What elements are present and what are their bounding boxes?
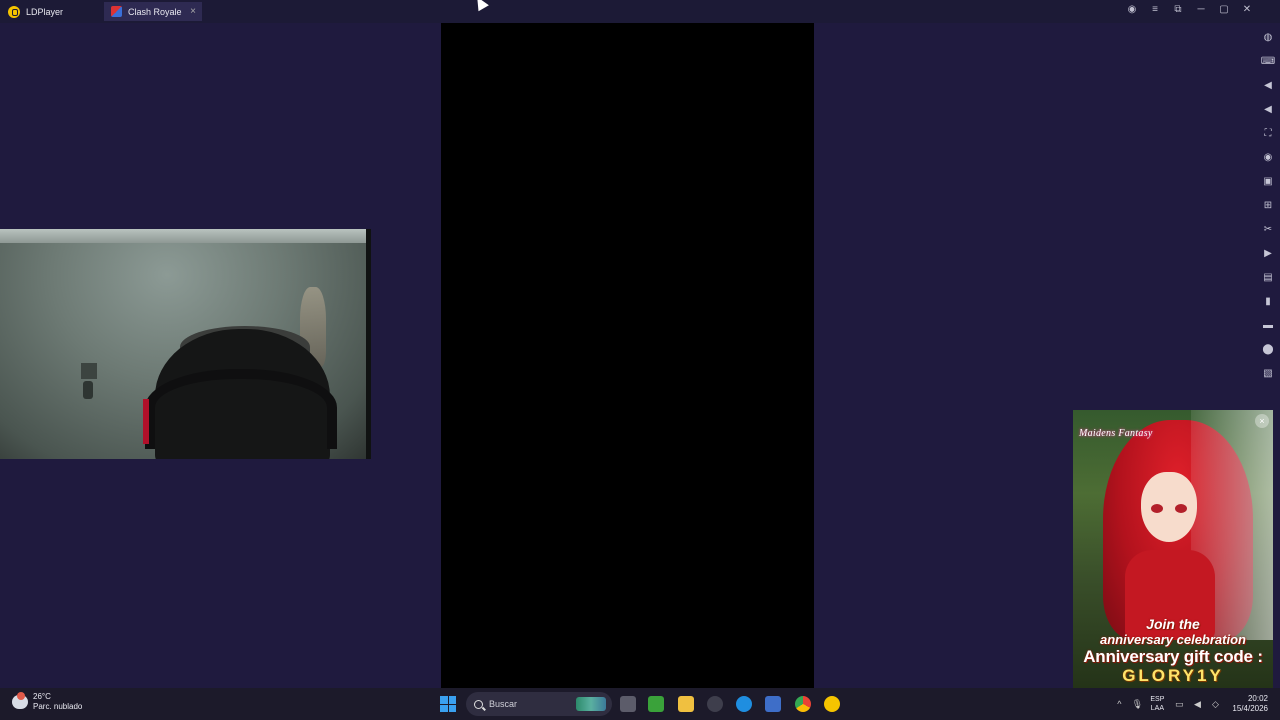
operation-icon[interactable]: ⊞ (1262, 198, 1274, 212)
tab-close-icon[interactable]: × (190, 6, 196, 17)
folder-icon[interactable]: ▬ (1262, 318, 1274, 332)
file-explorer-icon[interactable] (678, 696, 694, 712)
scissors-icon[interactable]: ✂ (1262, 222, 1274, 236)
microsoft-store-icon[interactable] (765, 696, 781, 712)
lang-bottom: LAA (1150, 705, 1165, 712)
close-button[interactable]: ✕ (1242, 4, 1252, 15)
record-icon[interactable]: ◉ (1262, 150, 1274, 164)
tab-clash-royale[interactable]: Clash Royale × (104, 2, 202, 21)
taskbar-clock[interactable]: 20:02 15/4/2026 (1232, 694, 1268, 714)
window-controls: ◉ ≡ ⧉ ─ ▢ ✕ (1127, 4, 1252, 15)
start-icon-pane (440, 704, 448, 712)
ad-gift-code: GLORY1Y (1122, 666, 1224, 685)
chrome-icon[interactable] (795, 696, 811, 712)
app-name-label: LDPlayer (26, 7, 64, 17)
start-icon-pane (448, 696, 456, 704)
clock-date: 15/4/2026 (1232, 704, 1268, 713)
webcam-headphones (145, 369, 337, 449)
ad-character-face (1141, 472, 1197, 542)
title-bar: LDPlayer Clash Royale × ◉ ≡ ⧉ ─ ▢ ✕ (0, 0, 1280, 23)
taskbar-search[interactable]: Buscar (466, 692, 612, 716)
search-icon (474, 699, 483, 709)
notification-icon[interactable]: ◇ (1210, 699, 1220, 709)
ad-close-icon[interactable]: × (1255, 414, 1269, 428)
ldplayer-logo-icon (8, 6, 20, 18)
ad-brand-logo: Maidens Fantasy (1079, 428, 1153, 439)
edge-browser-icon[interactable] (736, 696, 752, 712)
system-tray: ^ 🎙 ESP LAA ▭ ◀ ◇ 20:02 15/4/2026 (1114, 688, 1280, 720)
shake-icon[interactable]: ▮ (1262, 294, 1274, 308)
ldplayer-home-tab[interactable]: LDPlayer (8, 3, 63, 21)
fullscreen-icon[interactable]: ⛶ (1262, 126, 1274, 140)
video-icon[interactable]: ▶ (1262, 246, 1274, 260)
right-toolbar: ◍ ⌨ ◀ ◀ ⛶ ◉ ▣ ⊞ ✂ ▶ ▤ ▮ ▬ ⬤ ▧ (1256, 23, 1280, 383)
start-icon-pane (440, 696, 448, 704)
volume-icon[interactable]: ◀ (1192, 699, 1202, 709)
maximize-button[interactable]: ▢ (1219, 4, 1229, 15)
menu-icon[interactable]: ≡ (1150, 4, 1160, 15)
webcam-ceiling (0, 229, 371, 243)
keyboard-icon[interactable]: ⌨ (1261, 54, 1275, 68)
ad-text-block: Join the anniversary celebration Anniver… (1073, 606, 1273, 688)
advertisement-banner[interactable]: Maidens Fantasy × Join the anniversary c… (1073, 410, 1273, 688)
volume-down-icon[interactable]: ◀ (1262, 102, 1274, 116)
ad-line-2: anniversary celebration (1100, 632, 1246, 647)
start-icon-pane (448, 704, 456, 712)
start-button[interactable] (440, 696, 456, 712)
screenshot-icon[interactable]: ▣ (1262, 174, 1274, 188)
minecraft-icon[interactable] (648, 696, 664, 712)
webcam-edge (366, 229, 371, 459)
weather-condition: Parc. nublado (33, 702, 83, 711)
webcam-red-object (143, 399, 149, 444)
language-indicator[interactable]: ESP LAA (1150, 695, 1164, 713)
lang-top: ESP (1150, 696, 1165, 703)
volume-up-icon[interactable]: ◀ (1262, 78, 1274, 92)
search-placeholder: Buscar (489, 699, 518, 709)
location-icon[interactable]: ⬤ (1262, 342, 1274, 356)
settings-icon[interactable]: ◍ (1262, 30, 1274, 44)
app-settings-icon[interactable] (707, 696, 723, 712)
ad-character-eye-right (1175, 504, 1187, 513)
restore-small-icon[interactable]: ⧉ (1173, 4, 1183, 15)
emulator-game-screen[interactable] (441, 23, 814, 688)
network-icon[interactable]: ▭ (1174, 699, 1184, 709)
windows-taskbar: 26°C Parc. nublado Buscar ^ 🎙 ESP LAA ▭ … (0, 688, 1280, 720)
minimize-button[interactable]: ─ (1196, 4, 1206, 15)
weather-cloud-icon (12, 692, 28, 709)
apk-icon[interactable]: ▤ (1262, 270, 1274, 284)
task-view-icon[interactable] (620, 696, 636, 712)
account-icon[interactable]: ◉ (1127, 4, 1137, 15)
search-highlight-icon (576, 697, 606, 711)
weather-text: 26°C Parc. nublado (33, 692, 82, 712)
webcam-overlay (0, 229, 371, 459)
ad-line-3: Anniversary gift code : (1083, 647, 1263, 666)
ad-line-1: Join the (1146, 616, 1200, 632)
multi-instance-icon[interactable]: ▧ (1262, 366, 1274, 380)
tray-chevron-icon[interactable]: ^ (1114, 699, 1124, 709)
weather-temperature: 26°C (33, 692, 51, 701)
clock-time: 20:02 (1247, 694, 1268, 703)
webcam-wall-switch (81, 363, 97, 379)
clash-royale-icon (111, 6, 122, 17)
weather-widget[interactable]: 26°C Parc. nublado (12, 692, 82, 712)
ad-character-eye-left (1151, 504, 1163, 513)
ldplayer-taskbar-icon[interactable] (824, 696, 840, 712)
ldplayer-window: LDPlayer Clash Royale × ◉ ≡ ⧉ ─ ▢ ✕ ◍ ⌨ ◀ ◀… (0, 0, 1280, 720)
webcam-plug (83, 381, 93, 399)
tray-mic-icon[interactable]: 🎙 (1132, 699, 1143, 709)
tab-title-label: Clash Royale (128, 6, 182, 17)
